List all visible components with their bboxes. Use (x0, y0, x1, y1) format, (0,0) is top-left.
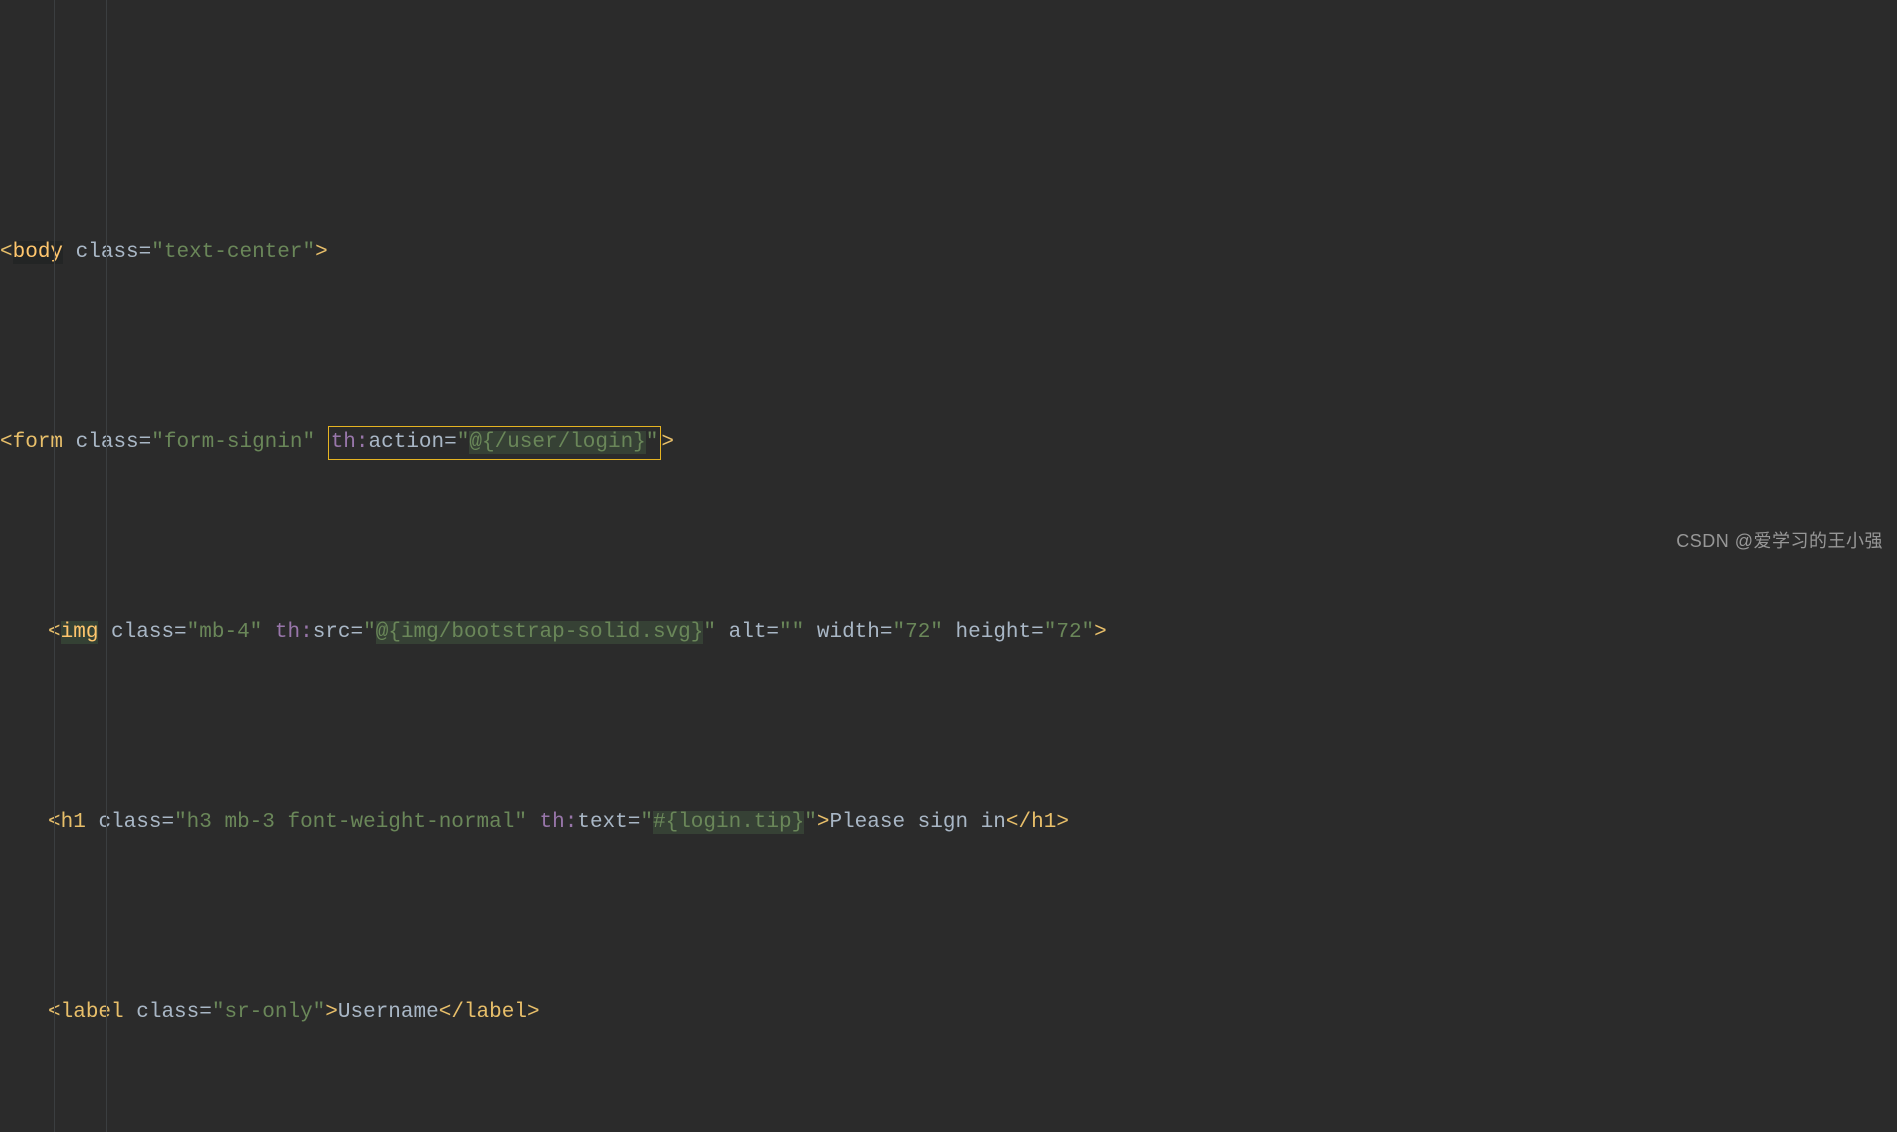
code-line-5: <label class="sr-only">Username</label> (0, 994, 1897, 1032)
code-line-2: <form class="form-signin" th:action="@{/… (0, 424, 1897, 462)
highlight-th-action: th:action="@{/user/login}" (328, 426, 662, 460)
code-line-4: <h1 class="h3 mb-3 font-weight-normal" t… (0, 804, 1897, 842)
code-line-3: <img class="mb-4" th:src="@{img/bootstra… (0, 614, 1897, 652)
code-line-1: <body class="text-center"> (0, 234, 1897, 272)
watermark-text: CSDN @爱学习的王小强 (1676, 522, 1883, 560)
code-editor[interactable]: <body class="text-center"> <form class="… (0, 0, 1897, 1132)
